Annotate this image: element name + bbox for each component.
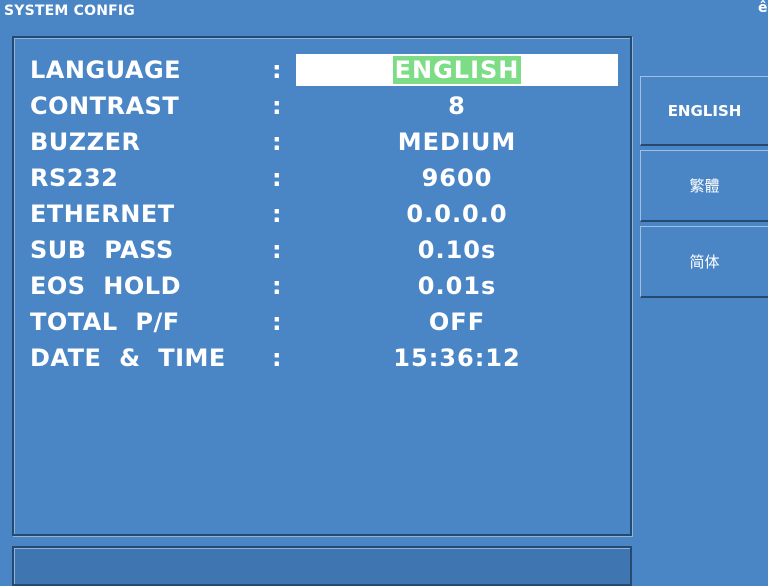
setting-value[interactable]: 15:36:12 xyxy=(296,340,618,376)
setting-value[interactable]: 0.0.0.0 xyxy=(296,196,618,232)
setting-row-eos-hold[interactable]: EOS HOLD : 0.01s xyxy=(14,268,630,304)
setting-separator: : xyxy=(272,56,282,84)
setting-label: CONTRAST xyxy=(30,92,180,120)
selected-value-highlight: ENGLISH xyxy=(392,56,522,84)
setting-value[interactable]: 0.10s xyxy=(296,232,618,268)
setting-row-buzzer[interactable]: BUZZER : MEDIUM xyxy=(14,124,630,160)
setting-label: LANGUAGE xyxy=(30,56,182,84)
setting-row-language[interactable]: LANGUAGE : ENGLISH xyxy=(14,52,630,88)
setting-label: DATE & TIME xyxy=(30,344,226,372)
setting-value[interactable]: OFF xyxy=(296,304,618,340)
setting-separator: : xyxy=(272,92,282,120)
setting-label: SUB PASS xyxy=(30,236,174,264)
setting-row-sub-pass[interactable]: SUB PASS : 0.10s xyxy=(14,232,630,268)
setting-separator: : xyxy=(272,128,282,156)
language-value-field[interactable]: ENGLISH xyxy=(296,54,618,86)
setting-label: RS232 xyxy=(30,164,119,192)
setting-separator: : xyxy=(272,344,282,372)
setting-value[interactable]: 9600 xyxy=(296,160,618,196)
setting-row-total-pf[interactable]: TOTAL P/F : OFF xyxy=(14,304,630,340)
setting-row-contrast[interactable]: CONTRAST : 8 xyxy=(14,88,630,124)
softkey-english-button[interactable]: ENGLISH xyxy=(640,76,768,146)
title-bar: SYSTEM CONFIG ê xyxy=(0,0,768,22)
settings-panel: LANGUAGE : ENGLISH CONTRAST : 8 BUZZER :… xyxy=(12,36,632,536)
setting-row-date-time[interactable]: DATE & TIME : 15:36:12 xyxy=(14,340,630,376)
setting-label: BUZZER xyxy=(30,128,141,156)
setting-separator: : xyxy=(272,236,282,264)
setting-label: TOTAL P/F xyxy=(30,308,180,336)
setting-value[interactable]: 8 xyxy=(296,88,618,124)
setting-row-rs232[interactable]: RS232 : 9600 xyxy=(14,160,630,196)
corner-status-icon: ê xyxy=(758,0,768,16)
setting-row-ethernet[interactable]: ETHERNET : 0.0.0.0 xyxy=(14,196,630,232)
setting-label: EOS HOLD xyxy=(30,272,181,300)
setting-value[interactable]: MEDIUM xyxy=(296,124,618,160)
softkey-traditional-chinese-button[interactable]: 繁體 xyxy=(640,150,768,222)
setting-separator: : xyxy=(272,164,282,192)
setting-separator: : xyxy=(272,272,282,300)
message-bar xyxy=(12,546,632,586)
setting-value[interactable]: 0.01s xyxy=(296,268,618,304)
setting-separator: : xyxy=(272,200,282,228)
softkey-simplified-chinese-button[interactable]: 简体 xyxy=(640,226,768,298)
setting-separator: : xyxy=(272,308,282,336)
setting-label: ETHERNET xyxy=(30,200,175,228)
window-title: SYSTEM CONFIG xyxy=(4,3,135,19)
